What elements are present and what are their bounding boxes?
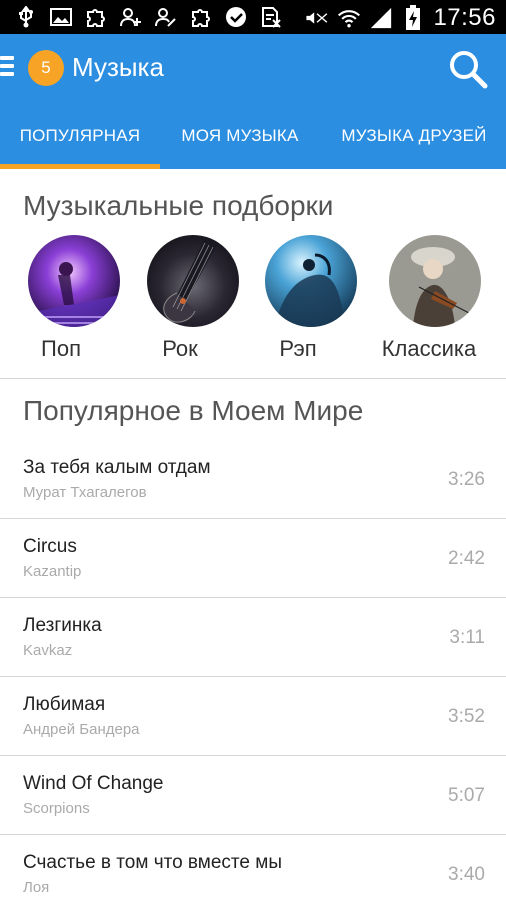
track-artist: Лоя bbox=[23, 879, 50, 896]
genre-label-classic: Классика bbox=[381, 336, 477, 361]
track-artist: Kazantip bbox=[23, 563, 82, 580]
collections-title: Музыкальные подборки bbox=[23, 190, 334, 221]
clock: 17:56 bbox=[433, 4, 496, 31]
track-title: Лезгинка bbox=[23, 615, 102, 636]
track-row[interactable]: Счастье в том что вместе мы Лоя 3:40 bbox=[0, 835, 506, 914]
track-row[interactable]: Wind Of Change Scorpions 5:07 bbox=[0, 756, 506, 835]
active-tab-indicator bbox=[0, 164, 160, 169]
genre-item-pop[interactable]: Поп bbox=[12, 235, 132, 365]
track-artist: Мурат Тхагалегов bbox=[23, 484, 147, 501]
genre-item-classic[interactable]: Классика bbox=[373, 235, 493, 365]
genre-label-rock: Рок bbox=[162, 336, 198, 361]
track-duration: 3:11 bbox=[449, 627, 485, 648]
track-artist: Kavkaz bbox=[23, 642, 73, 659]
track-duration: 2:42 bbox=[448, 548, 485, 569]
puzzle-icon bbox=[189, 5, 213, 29]
track-duration: 3:40 bbox=[448, 864, 485, 885]
track-title: Circus bbox=[23, 536, 77, 557]
tab-bar: ПОПУЛЯРНАЯ МОЯ МУЗЫКА МУЗЫКА ДРУЗЕЙ bbox=[0, 103, 506, 169]
tab-friends-music[interactable]: МУЗЫКА ДРУЗЕЙ bbox=[326, 103, 502, 169]
add-user-icon bbox=[119, 5, 143, 29]
image-icon bbox=[49, 5, 73, 29]
search-button[interactable] bbox=[447, 48, 489, 90]
edit-user-icon bbox=[154, 5, 178, 29]
search-icon bbox=[450, 51, 488, 89]
track-title: Счастье в том что вместе мы bbox=[23, 852, 282, 873]
sim-blocked-icon bbox=[259, 5, 283, 29]
track-duration: 5:07 bbox=[448, 785, 485, 806]
genre-label-rap: Рэп bbox=[279, 336, 317, 361]
genre-thumbnail-classic bbox=[389, 235, 481, 327]
genre-thumbnail-rap bbox=[265, 235, 357, 327]
genre-thumbnail-rock bbox=[147, 235, 239, 327]
status-bar: 17:56 bbox=[0, 0, 506, 34]
track-duration: 3:26 bbox=[448, 469, 485, 490]
usb-icon bbox=[14, 5, 38, 29]
tab-popular[interactable]: ПОПУЛЯРНАЯ bbox=[0, 103, 160, 169]
track-title: Любимая bbox=[23, 694, 106, 715]
track-row[interactable]: Лезгинка Kavkaz 3:11 bbox=[0, 598, 506, 677]
track-title: За тебя калым отдам bbox=[23, 457, 211, 478]
genre-thumbnail-pop bbox=[28, 235, 120, 327]
wifi-icon bbox=[337, 6, 361, 30]
genre-item-rock[interactable]: Рок bbox=[131, 235, 251, 365]
notification-badge[interactable]: 5 bbox=[28, 50, 64, 86]
app-bar: 5 Музыка bbox=[0, 34, 506, 103]
genre-label-pop: Поп bbox=[41, 336, 81, 361]
genre-item-rap[interactable]: Рэп bbox=[249, 235, 369, 365]
track-row[interactable]: За тебя калым отдам Мурат Тхагалегов 3:2… bbox=[0, 440, 506, 519]
section-divider bbox=[0, 378, 506, 379]
check-circle-icon bbox=[224, 5, 248, 29]
battery-charging-icon bbox=[401, 5, 425, 30]
track-artist: Scorpions bbox=[23, 800, 90, 817]
popular-title: Популярное в Моем Мире bbox=[23, 395, 364, 426]
track-title: Wind Of Change bbox=[23, 773, 164, 794]
page-title: Музыка bbox=[72, 52, 164, 82]
mute-icon bbox=[305, 6, 329, 30]
track-artist: Андрей Бандера bbox=[23, 721, 140, 738]
tab-my-music[interactable]: МОЯ МУЗЫКА bbox=[160, 103, 320, 169]
track-row[interactable]: Любимая Андрей Бандера 3:52 bbox=[0, 677, 506, 756]
puzzle-icon bbox=[84, 5, 108, 29]
track-duration: 3:52 bbox=[448, 706, 485, 727]
menu-icon[interactable] bbox=[0, 56, 14, 80]
track-row[interactable]: Circus Kazantip 2:42 bbox=[0, 519, 506, 598]
signal-icon bbox=[369, 6, 393, 30]
